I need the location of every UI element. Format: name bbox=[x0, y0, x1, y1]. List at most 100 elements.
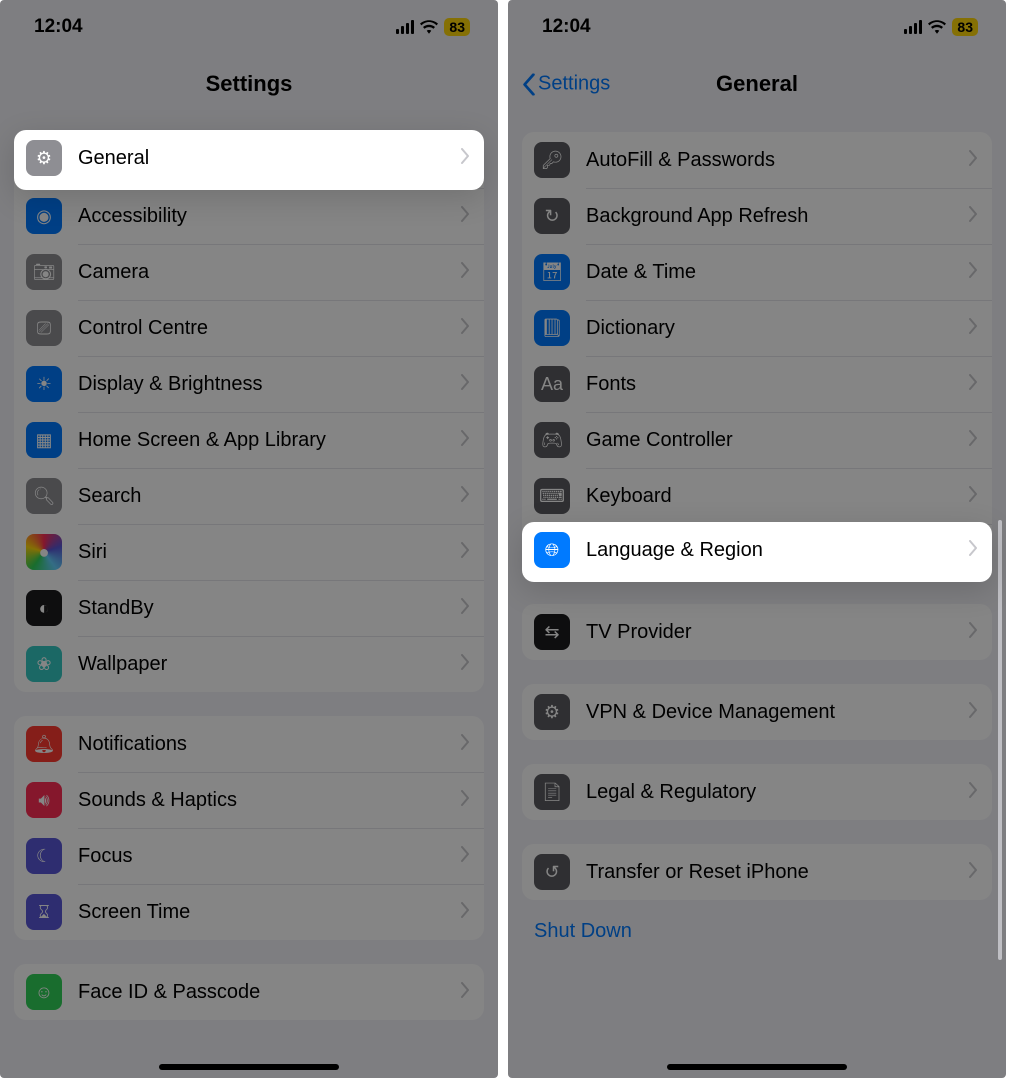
page-title: Settings bbox=[206, 71, 293, 97]
chevron-right-icon bbox=[460, 790, 470, 811]
row-display-brightness[interactable]: ☀︎Display & Brightness bbox=[14, 356, 484, 412]
row-language-region[interactable]: 🌐︎ Language & Region bbox=[522, 522, 992, 578]
row-label: Language & Region bbox=[586, 539, 968, 562]
row-notifications[interactable]: 🔔︎Notifications bbox=[14, 716, 484, 772]
home-indicator[interactable] bbox=[667, 1064, 847, 1070]
row-date-time[interactable]: 📅︎Date & Time bbox=[522, 244, 992, 300]
scrollbar[interactable] bbox=[998, 520, 1002, 960]
row-camera[interactable]: 📷︎Camera bbox=[14, 244, 484, 300]
row-faceid-passcode[interactable]: ☺︎Face ID & Passcode bbox=[14, 964, 484, 1020]
chevron-right-icon bbox=[968, 622, 978, 643]
row-wallpaper[interactable]: ❀Wallpaper bbox=[14, 636, 484, 692]
list-group: ⚙︎VPN & Device Management bbox=[522, 684, 992, 740]
chevron-right-icon bbox=[460, 982, 470, 1003]
row-dictionary[interactable]: 📕︎ Dictionary bbox=[522, 300, 992, 356]
row-label: VPN & Device Management bbox=[586, 701, 968, 724]
row-keyboard[interactable]: ⌨︎Keyboard bbox=[522, 468, 992, 524]
chevron-right-icon bbox=[968, 206, 978, 227]
row-label: Search bbox=[78, 485, 460, 508]
list-group: ↺ Transfer or Reset iPhone bbox=[522, 844, 992, 900]
settings-list[interactable]: ⚙︎General ◉ Accessibility 📷︎Camera⎚Control … bbox=[0, 132, 498, 1020]
row-game-controller[interactable]: 🎮︎Game Controller bbox=[522, 412, 992, 468]
row-label: Keyboard bbox=[586, 485, 968, 508]
row-siri[interactable]: ●Siri bbox=[14, 524, 484, 580]
row-label: Transfer or Reset iPhone bbox=[586, 861, 968, 884]
chevron-right-icon bbox=[968, 150, 978, 171]
row-background-app-refresh[interactable]: ↻Background App Refresh bbox=[522, 188, 992, 244]
battery-indicator: 83 bbox=[444, 18, 470, 36]
accessibility-icon: ◉ bbox=[26, 198, 62, 234]
row-label: Face ID & Passcode bbox=[78, 981, 460, 1004]
row-label: General bbox=[78, 147, 460, 170]
chevron-right-icon bbox=[968, 374, 978, 395]
chevron-right-icon bbox=[968, 318, 978, 339]
chevron-right-icon bbox=[968, 540, 978, 561]
chevron-right-icon bbox=[460, 654, 470, 675]
book-icon: 📕︎ bbox=[534, 310, 570, 346]
chevron-right-icon bbox=[460, 598, 470, 619]
speaker-icon: 🔊︎ bbox=[26, 782, 62, 818]
row-autofill-passwords[interactable]: 🔑︎AutoFill & Passwords bbox=[522, 132, 992, 188]
list-group: ⚙︎General ◉ Accessibility 📷︎Camera⎚Control … bbox=[14, 132, 484, 692]
hourglass-icon: ⌛︎ bbox=[26, 894, 62, 930]
row-label: Accessibility bbox=[78, 205, 460, 228]
nav-bar: Settings General bbox=[508, 54, 1006, 114]
search-icon: 🔍︎ bbox=[26, 478, 62, 514]
list-group: 🔔︎Notifications🔊︎Sounds & Haptics ☾ Focus ⌛… bbox=[14, 716, 484, 940]
row-label: StandBy bbox=[78, 597, 460, 620]
row-vpn-device-mgmt[interactable]: ⚙︎VPN & Device Management bbox=[522, 684, 992, 740]
key-icon: 🔑︎ bbox=[534, 142, 570, 178]
moon-icon: ☾ bbox=[26, 838, 62, 874]
general-list[interactable]: 🔑︎AutoFill & Passwords↻Background App Re… bbox=[508, 132, 1006, 900]
tv-icon: ⇆ bbox=[534, 614, 570, 650]
shut-down-link[interactable]: Shut Down bbox=[508, 900, 1006, 963]
calendar-icon: 📅︎ bbox=[534, 254, 570, 290]
general-screen: 12:04 83 Settings General 🔑︎AutoFill & P… bbox=[508, 0, 1006, 1078]
back-button[interactable]: Settings bbox=[522, 73, 610, 96]
settings-screen: 12:04 83 Settings ⚙︎General ◉ Accessibilit… bbox=[0, 0, 498, 1078]
highlighted-row: ⚙︎General bbox=[14, 130, 484, 190]
status-bar: 12:04 83 bbox=[0, 0, 498, 54]
row-control-centre[interactable]: ⎚Control Centre bbox=[14, 300, 484, 356]
home-indicator[interactable] bbox=[159, 1064, 339, 1070]
reset-icon: ↺ bbox=[534, 854, 570, 890]
page-title: General bbox=[716, 71, 798, 97]
status-bar: 12:04 83 bbox=[508, 0, 1006, 54]
camera-icon: 📷︎ bbox=[26, 254, 62, 290]
row-label: Dictionary bbox=[586, 317, 968, 340]
globe-icon: 🌐︎ bbox=[534, 532, 570, 568]
list-group: 📄︎Legal & Regulatory bbox=[522, 764, 992, 820]
row-label: Focus bbox=[78, 845, 460, 868]
row-standby[interactable]: ◐ StandBy bbox=[14, 580, 484, 636]
list-group: ☺︎Face ID & Passcode bbox=[14, 964, 484, 1020]
row-screen-time[interactable]: ⌛︎ Screen Time bbox=[14, 884, 484, 940]
cert-icon: 📄︎ bbox=[534, 774, 570, 810]
row-focus[interactable]: ☾ Focus bbox=[14, 828, 484, 884]
flower-icon: ❀ bbox=[26, 646, 62, 682]
row-tv-provider[interactable]: ⇆TV Provider bbox=[522, 604, 992, 660]
row-home-screen-library[interactable]: ▦Home Screen & App Library bbox=[14, 412, 484, 468]
back-label: Settings bbox=[538, 73, 610, 96]
list-group: ⇆TV Provider bbox=[522, 604, 992, 660]
row-fonts[interactable]: AaFonts bbox=[522, 356, 992, 412]
row-legal-regulatory[interactable]: 📄︎Legal & Regulatory bbox=[522, 764, 992, 820]
chevron-right-icon bbox=[460, 374, 470, 395]
highlighted-row: 🌐︎ Language & Region bbox=[522, 522, 992, 582]
toggles-icon: ⎚ bbox=[26, 310, 62, 346]
nav-bar: Settings bbox=[0, 54, 498, 114]
cellular-icon bbox=[396, 20, 414, 34]
sun-icon: ☀︎ bbox=[26, 366, 62, 402]
row-label: Screen Time bbox=[78, 901, 460, 924]
chevron-right-icon bbox=[968, 486, 978, 507]
chevron-right-icon bbox=[460, 846, 470, 867]
bell-icon: 🔔︎ bbox=[26, 726, 62, 762]
row-general[interactable]: ⚙︎General bbox=[14, 130, 484, 186]
chevron-right-icon bbox=[460, 542, 470, 563]
clock-icon: ◐ bbox=[26, 590, 62, 626]
row-sounds-haptics[interactable]: 🔊︎Sounds & Haptics bbox=[14, 772, 484, 828]
row-accessibility[interactable]: ◉ Accessibility bbox=[14, 188, 484, 244]
row-transfer-reset[interactable]: ↺ Transfer or Reset iPhone bbox=[522, 844, 992, 900]
font-icon: Aa bbox=[534, 366, 570, 402]
row-search[interactable]: 🔍︎ Search bbox=[14, 468, 484, 524]
chevron-right-icon bbox=[460, 262, 470, 283]
